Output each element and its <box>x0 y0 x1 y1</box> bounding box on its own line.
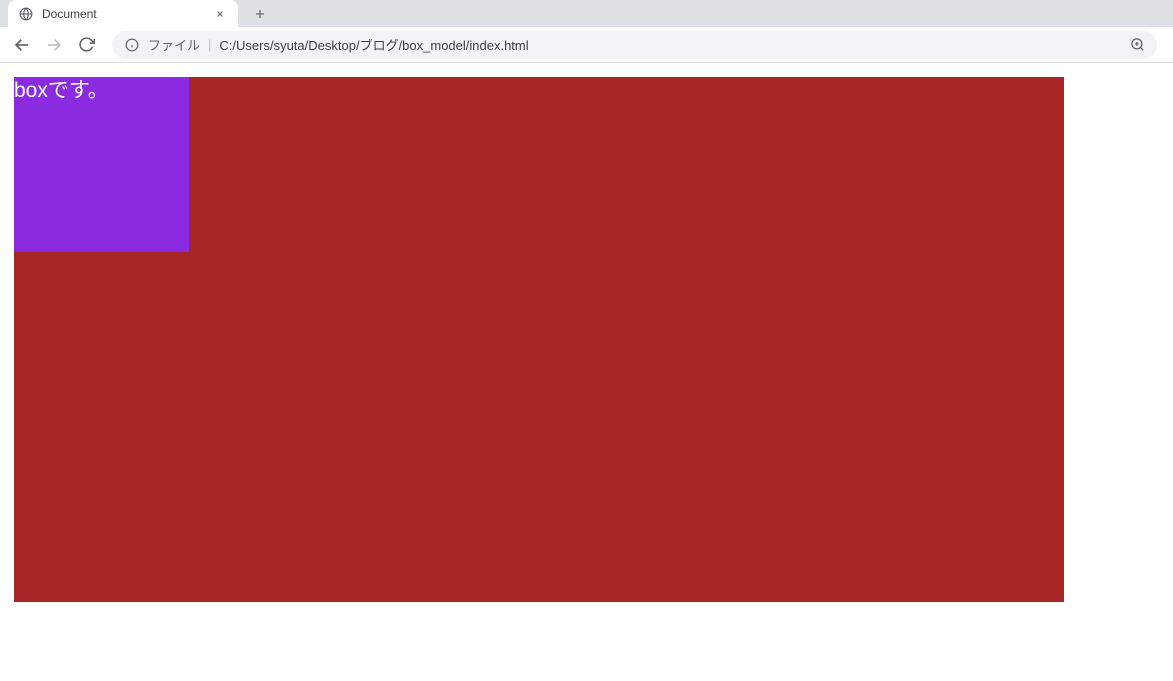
tab-bar: Document <box>0 0 1173 27</box>
address-bar[interactable]: ファイル | C:/Users/syuta/Desktop/ブログ/box_mo… <box>112 31 1157 59</box>
address-separator: | <box>208 37 211 52</box>
browser-chrome: Document <box>0 0 1173 63</box>
new-tab-button[interactable] <box>246 0 274 27</box>
globe-icon <box>18 6 34 22</box>
purple-box: boxです。 <box>14 77 189 252</box>
tab-title: Document <box>42 7 204 21</box>
red-container: boxです。 <box>14 77 1064 602</box>
close-icon[interactable] <box>212 6 228 22</box>
browser-tab[interactable]: Document <box>8 0 238 27</box>
forward-button[interactable] <box>40 31 68 59</box>
reload-button[interactable] <box>72 31 100 59</box>
address-file-label: ファイル <box>148 35 200 54</box>
page-content: boxです。 <box>0 63 1173 616</box>
back-button[interactable] <box>8 31 36 59</box>
zoom-icon[interactable] <box>1129 37 1145 53</box>
info-icon[interactable] <box>124 37 140 53</box>
browser-toolbar: ファイル | C:/Users/syuta/Desktop/ブログ/box_mo… <box>0 27 1173 63</box>
address-path: C:/Users/syuta/Desktop/ブログ/box_model/ind… <box>219 35 1121 54</box>
